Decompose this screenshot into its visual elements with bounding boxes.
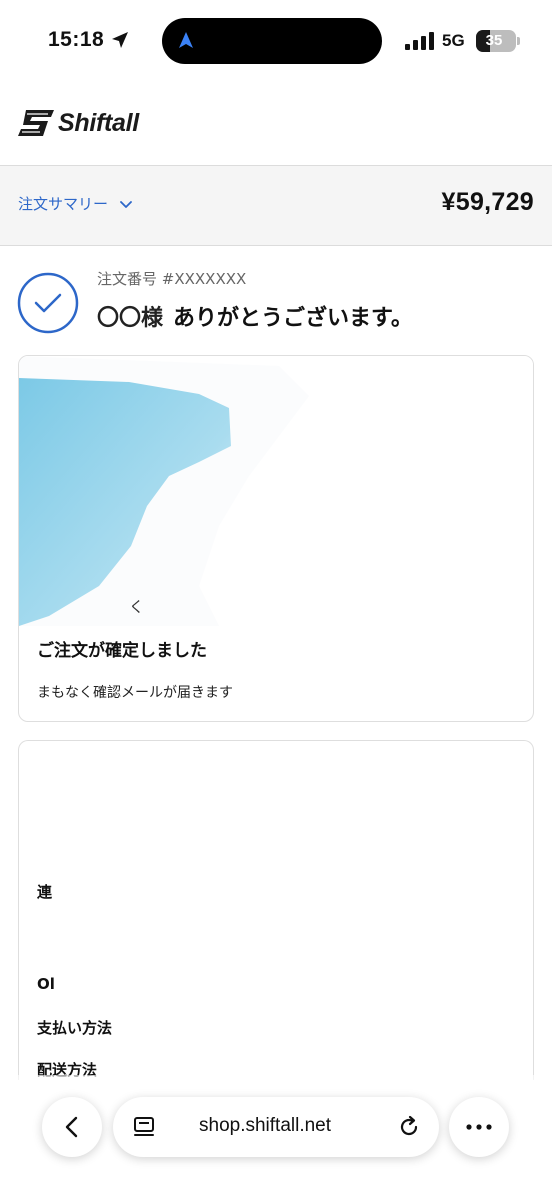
reload-icon[interactable] — [397, 1115, 421, 1139]
order-confirmed-card: く ご注文が確定しました まもなく確認メールが届きます — [18, 355, 534, 722]
map-area[interactable]: く — [19, 356, 533, 626]
tab-view-icon — [134, 1117, 154, 1136]
location-arrow-icon — [112, 32, 128, 48]
shiftall-logo-icon — [18, 110, 54, 136]
contact-label: 連 — [37, 883, 53, 901]
chevron-down-icon — [120, 200, 132, 208]
more-button[interactable] — [449, 1097, 509, 1157]
url-text: shop.shiftall.net — [199, 1115, 332, 1136]
cellular-signal-icon — [405, 32, 434, 50]
order-confirmed-title: ご注文が確定しました — [37, 641, 207, 661]
navigation-arrow-icon — [179, 32, 193, 48]
battery-tip — [517, 37, 520, 45]
shiftall-logo[interactable]: Shiftall — [18, 106, 139, 140]
confirmation-email-note: まもなく確認メールが届きます — [37, 685, 233, 701]
back-button[interactable] — [42, 1097, 102, 1157]
logo-text: Shiftall — [58, 108, 139, 137]
address-bar[interactable]: shop.shiftall.net — [113, 1097, 439, 1157]
order-number: 注文番号 #XXXXXXX — [97, 270, 247, 288]
back-icon — [65, 1116, 78, 1138]
network-type: 5G — [442, 31, 465, 50]
thanks-heading: 〇〇様 ありがとうございます。 — [97, 300, 413, 332]
thanks-message: ありがとうございます。 — [173, 306, 413, 331]
order-summary-bar[interactable]: 注文サマリー ¥59,729 — [0, 166, 552, 246]
address-label: Ol — [37, 975, 55, 993]
order-summary-label: 注文サマリー — [18, 195, 109, 213]
status-bar: 15:18 5G 35 — [0, 0, 552, 80]
more-icon — [466, 1124, 492, 1130]
payment-method-label: 支払い方法 — [37, 1019, 113, 1037]
order-summary-toggle[interactable]: 注文サマリー — [18, 193, 134, 214]
battery-level: 35 — [485, 32, 503, 49]
map-label: く — [129, 598, 145, 616]
order-total: ¥59,729 — [441, 188, 534, 216]
battery-icon: 35 — [476, 30, 516, 52]
site-header: Shiftall — [0, 80, 552, 166]
customer-name: 〇〇様 — [97, 306, 164, 331]
check-circle-icon — [17, 272, 79, 334]
map-image — [19, 356, 533, 626]
order-details-card: 連 Ol 支払い方法 配送方法 — [18, 740, 534, 1080]
browser-toolbar: shop.shiftall.net — [0, 1075, 552, 1200]
status-time: 15:18 — [48, 28, 105, 51]
